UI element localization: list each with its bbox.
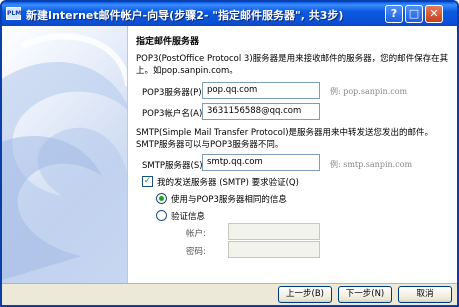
radio-custom-auth-label[interactable]: 验证信息 [171, 210, 205, 222]
radio-custom-auth[interactable] [156, 210, 167, 221]
auth-account-input[interactable] [228, 223, 320, 240]
button-bar: 上一步(B) 下一步(N) 取消 [2, 283, 457, 305]
maximize-button[interactable]: □ [405, 5, 423, 23]
back-button[interactable]: 上一步(B) [278, 286, 332, 303]
app-icon: PLM [6, 7, 21, 20]
radio-same-as-pop3-label[interactable]: 使用与POP3服务器相同的信息 [171, 193, 287, 205]
auth-password-label: 密码: [186, 247, 206, 257]
close-button[interactable]: ✕ [425, 5, 443, 23]
radio-same-as-pop3[interactable] [156, 193, 167, 204]
cancel-button[interactable]: 取消 [398, 286, 452, 303]
close-icon: ✕ [429, 7, 439, 20]
smtp-auth-checkbox[interactable]: ✓ [142, 176, 153, 187]
help-button[interactable]: ? [385, 5, 403, 23]
window-title: 新建Internet邮件帐户-向导(步骤2- "指定邮件服务器", 共3步) [26, 9, 344, 22]
pop3-server-input[interactable]: pop.qq.com [202, 82, 320, 99]
section-title: 指定邮件服务器 [136, 37, 200, 47]
pop3-account-label: POP3帐户名(A): [142, 109, 206, 119]
smtp-server-example: 例: smtp.sanpin.com [330, 160, 413, 169]
pop3-server-label: POP3服务器(P): [142, 88, 205, 98]
decorative-swirl-image [2, 33, 127, 283]
checkmark-icon: ✓ [143, 176, 152, 186]
radio-selected-dot [159, 196, 164, 201]
title-bar[interactable]: PLM 新建Internet邮件帐户-向导(步骤2- "指定邮件服务器", 共3… [2, 2, 457, 26]
pop3-server-example: 例: pop.sanpin.com [330, 87, 408, 96]
pop3-description: POP3(PostOffice Protocol 3)服务器是用来接收邮件的服务… [136, 54, 449, 76]
wizard-window: PLM 新建Internet邮件帐户-向导(步骤2- "指定邮件服务器", 共3… [0, 0, 459, 307]
auth-password-input[interactable] [228, 241, 320, 258]
smtp-auth-label[interactable]: 我的发送服务器 (SMTP) 要求验证(Q) [157, 176, 299, 188]
smtp-server-input[interactable]: smtp.qq.com [202, 154, 320, 171]
auth-account-label: 帐户: [186, 229, 206, 239]
smtp-description: SMTP(Simple Mail Transfer Protocol)是服务器用… [136, 128, 434, 150]
help-icon: ? [390, 7, 398, 20]
smtp-server-label: SMTP服务器(S): [142, 161, 206, 171]
maximize-icon: □ [408, 7, 420, 20]
next-button[interactable]: 下一步(N) [338, 286, 392, 303]
wizard-content: 指定邮件服务器 POP3(PostOffice Protocol 3)服务器是用… [128, 26, 457, 283]
pop3-account-input[interactable]: 3631156588@qq.com [202, 103, 320, 120]
wizard-side-image [2, 26, 128, 283]
